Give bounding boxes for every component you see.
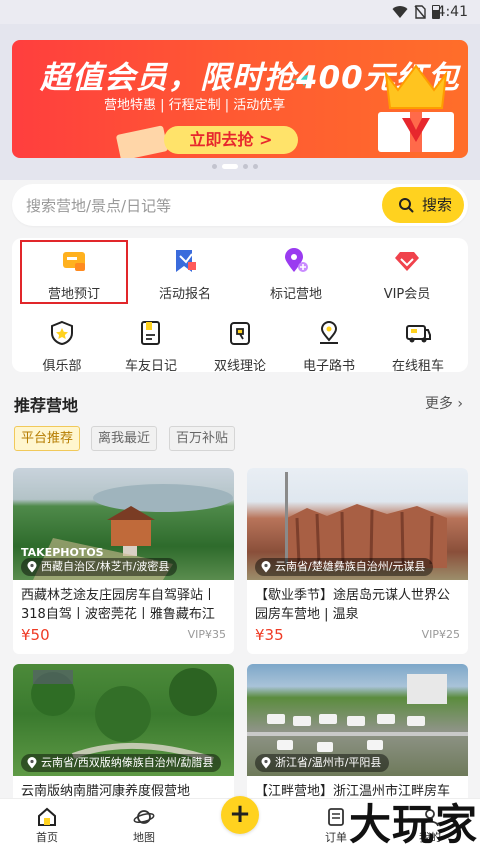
clock: 4:41 [436,4,468,20]
rv-icon [406,325,431,343]
wifi-icon [392,6,408,19]
book-r-icon [230,322,250,345]
camp-vip-price: VIP¥35 [187,628,226,641]
section-title: 推荐营地 [14,396,79,415]
search-icon [399,198,414,213]
tab-platform-recommend[interactable]: 平台推荐 [14,426,80,451]
location-chip: 西藏自治区/林芝市/波密县 [21,558,178,576]
grid-item-vip[interactable]: VIP会员 [351,248,463,302]
plus-icon: + [229,799,251,829]
location-marker-icon [320,321,338,344]
location-text: 西藏自治区/林芝市/波密县 [41,560,170,573]
camp-card[interactable]: 云南省/楚雄彝族自治州/元谋县 【歇业季节】途居岛元谋人世界公园房车营地 | 温… [247,468,468,654]
no-sim-icon [414,5,426,19]
location-pin-icon [27,757,37,769]
grid-item-mark-camp[interactable]: 标记营地 [240,248,352,302]
order-icon [328,808,344,826]
carousel-dot [243,164,248,169]
carousel-dot [212,164,217,169]
camp-vip-price: VIP¥25 [421,628,460,641]
camp-photo: 云南省/楚雄彝族自治州/元谋县 [247,468,468,580]
grid-item-event-signup[interactable]: 活动报名 [129,248,241,302]
grab-now-button[interactable]: 立即去抢 > [164,126,298,154]
coupon-illustration [115,125,169,158]
home-icon [38,807,56,826]
site-watermark: 大玩家 [348,800,478,849]
grid-label: VIP会员 [383,287,431,302]
more-link[interactable]: 更多 › [425,393,463,413]
status-bar: 4:41 [0,0,480,24]
location-pin-icon [261,757,271,769]
camp-card[interactable]: TAKEPHOTOS 西藏自治区/林芝市/波密县 西藏林芝途友庄园房车自驾驿站丨… [13,468,234,654]
search-button-label: 搜索 [422,196,453,214]
bookmark-flag-icon [176,250,196,272]
highlight-box [20,240,128,304]
camp-photo: 云南省/西双版纳傣族自治州/勐腊县 [13,664,234,776]
location-chip: 云南省/楚雄彝族自治州/元谋县 [255,558,434,576]
star-shield-icon [51,320,73,346]
camp-photo: 浙江省/温州市/平阳县 [247,664,468,776]
location-text: 云南省/西双版纳傣族自治州/勐腊县 [41,756,214,769]
camp-title: 西藏林芝途友庄园房车自驾驿站丨318自驾丨波密莞花丨雅鲁藏布江 [21,588,217,622]
location-text: 云南省/楚雄彝族自治州/元谋县 [275,560,426,573]
promo-banner[interactable]: 超值会员，限时抢400元红包 营地特惠 | 行程定制 | 活动优享 立即去抢 > [12,40,468,158]
tab-home[interactable]: 首页 [17,807,77,845]
planet-icon [133,810,155,824]
search-button[interactable]: 搜索 [382,187,464,223]
carousel-dot-active [222,164,238,169]
banner-subtitle: 营地特惠 | 行程定制 | 活动优享 [104,98,286,113]
search-input[interactable]: 搜索营地/景点/日记等 [26,195,171,216]
tab-subsidy[interactable]: 百万补贴 [169,426,235,451]
camp-price: ¥35 [255,626,284,644]
location-chip: 浙江省/温州市/平阳县 [255,754,390,772]
carousel-dot [253,164,258,169]
chevron-right-icon: › [457,396,463,412]
tab-map[interactable]: 地图 [114,807,174,845]
grid-label: 在线租车 [391,359,444,374]
tab-nearby[interactable]: 离我最近 [91,426,157,451]
camp-card[interactable]: 浙江省/温州市/平阳县 【江畔营地】浙江温州市江畔房车营 [247,664,468,804]
map-pin-plus-icon [285,248,308,272]
camp-title: 【歇业季节】途居岛元谋人世界公园房车营地 | 温泉 [255,588,451,622]
location-pin-icon [261,561,271,573]
notebook-icon [141,321,160,345]
location-chip: 云南省/西双版纳傣族自治州/勐腊县 [21,754,222,772]
diamond-icon [395,252,419,271]
crown-gift-icon [378,64,454,152]
grid-label: 标记营地 [269,287,322,302]
camp-card[interactable]: 云南省/西双版纳傣族自治州/勐腊县 云南版纳南腊河康养度假营地 [13,664,234,804]
more-label: 更多 [424,396,453,412]
grid-item-rent-car[interactable]: 在线租车 [362,320,474,374]
tab-label: 首页 [36,831,58,844]
search-bar[interactable]: 搜索营地/景点/日记等 搜索 [12,184,468,226]
location-text: 浙江省/温州市/平阳县 [275,756,382,769]
carousel-indicator [212,164,272,170]
camp-photo: TAKEPHOTOS 西藏自治区/林芝市/波密县 [13,468,234,580]
camp-price: ¥50 [21,626,50,644]
grid-label: 活动报名 [158,287,211,302]
location-pin-icon [27,561,37,573]
publish-button[interactable]: + [221,796,259,834]
tab-label: 地图 [133,831,155,844]
